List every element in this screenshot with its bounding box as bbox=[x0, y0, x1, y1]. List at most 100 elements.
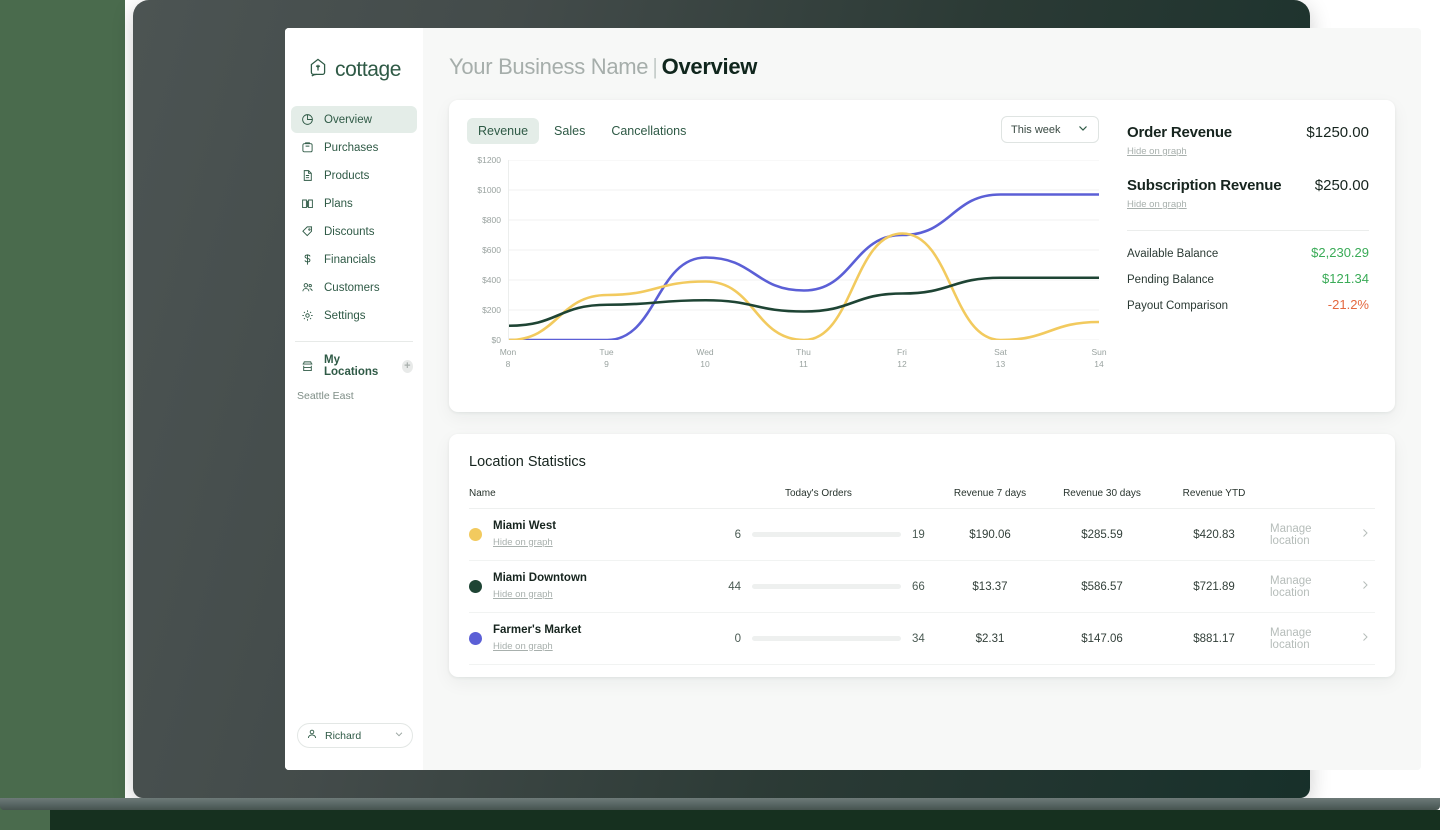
plus-circle-icon[interactable]: + bbox=[402, 360, 413, 373]
sidebar-my-locations[interactable]: My Locations + bbox=[285, 342, 423, 378]
sidebar-item-products[interactable]: Products bbox=[291, 162, 417, 189]
sidebar-item-label: Discounts bbox=[324, 226, 375, 238]
revenue-chart-card: Revenue Sales Cancellations This week bbox=[449, 100, 1395, 412]
hide-on-graph-link[interactable]: Hide on graph bbox=[493, 641, 553, 652]
manage-location-label: Manage location bbox=[1270, 523, 1352, 547]
date-range-value: This week bbox=[1011, 124, 1061, 136]
subscription-revenue-hide-link[interactable]: Hide on graph bbox=[1127, 199, 1187, 210]
column-header-actions bbox=[1270, 488, 1375, 509]
subscription-revenue-label: Subscription Revenue bbox=[1127, 177, 1281, 194]
revenue-summary-panel: Order Revenue $1250.00 Hide on graph Sub… bbox=[1113, 100, 1395, 412]
table-row[interactable]: Miami WestHide on graph619$190.06$285.59… bbox=[469, 509, 1375, 561]
y-axis-tick: $800 bbox=[482, 215, 501, 225]
x-axis-tick: Tue9 bbox=[599, 346, 613, 370]
series-color-dot bbox=[469, 632, 482, 645]
payout-comparison-row: Payout Comparison -21.2% bbox=[1127, 297, 1369, 312]
chart-series-line bbox=[509, 195, 1099, 341]
manage-location-label: Manage location bbox=[1270, 575, 1352, 599]
tab-cancellations[interactable]: Cancellations bbox=[600, 118, 697, 144]
sidebar-item-customers[interactable]: Customers bbox=[291, 274, 417, 301]
payout-comparison-label: Payout Comparison bbox=[1127, 300, 1228, 312]
tab-sales[interactable]: Sales bbox=[543, 118, 596, 144]
series-color-dot bbox=[469, 580, 482, 593]
chart-series-line bbox=[509, 278, 1099, 326]
table-row[interactable]: Farmer's MarketHide on graph034$2.31$147… bbox=[469, 613, 1375, 665]
sidebar-item-label: Products bbox=[324, 170, 369, 182]
user-menu-button[interactable]: Richard bbox=[297, 723, 413, 748]
x-axis-tick: Sun14 bbox=[1091, 346, 1106, 370]
location-statistics-card: Location Statistics Name Today's Orders … bbox=[449, 434, 1395, 677]
tab-revenue[interactable]: Revenue bbox=[467, 118, 539, 144]
order-revenue-hide-link[interactable]: Hide on graph bbox=[1127, 146, 1187, 157]
cell-revenue-7-days: $13.37 bbox=[934, 561, 1046, 613]
sidebar-nav: Overview Purchases bbox=[285, 106, 423, 330]
spacer bbox=[1127, 159, 1369, 177]
sidebar-location-item[interactable]: Seattle East bbox=[285, 378, 423, 402]
manage-location-label: Manage location bbox=[1270, 627, 1352, 651]
hide-on-graph-link[interactable]: Hide on graph bbox=[493, 537, 553, 548]
cell-todays-orders: 4466 bbox=[719, 561, 934, 613]
x-axis-tick: Thu11 bbox=[796, 346, 811, 370]
chart-plot-area bbox=[508, 160, 1099, 340]
chevron-right-icon bbox=[1359, 631, 1371, 646]
background-left-panel bbox=[0, 0, 125, 830]
page-title: Your Business Name|Overview bbox=[449, 54, 1395, 80]
order-revenue-value: $1250.00 bbox=[1306, 124, 1369, 141]
cell-revenue-ytd: $420.83 bbox=[1158, 509, 1270, 561]
cell-revenue-7-days: $2.31 bbox=[934, 613, 1046, 665]
chart-y-axis: $0$200$400$600$800$1000$1200 bbox=[467, 160, 501, 340]
table-body: Miami WestHide on graph619$190.06$285.59… bbox=[469, 509, 1375, 665]
sidebar-item-overview[interactable]: Overview bbox=[291, 106, 417, 133]
sidebar-item-label: Customers bbox=[324, 282, 380, 294]
bag-icon bbox=[301, 141, 314, 154]
column-header-name: Name bbox=[469, 488, 719, 509]
pending-balance-value: $121.34 bbox=[1322, 271, 1369, 286]
cell-name: Miami WestHide on graph bbox=[469, 509, 719, 561]
table-row[interactable]: Miami DowntownHide on graph4466$13.37$58… bbox=[469, 561, 1375, 613]
orders-progress-track bbox=[752, 584, 901, 589]
available-balance-value: $2,230.29 bbox=[1311, 245, 1369, 260]
cell-todays-orders: 034 bbox=[719, 613, 934, 665]
x-axis-tick: Sat13 bbox=[994, 346, 1007, 370]
sidebar-item-plans[interactable]: Plans bbox=[291, 190, 417, 217]
available-balance-label: Available Balance bbox=[1127, 248, 1218, 260]
date-range-select[interactable]: This week bbox=[1001, 116, 1099, 143]
brand-logo[interactable]: cottage bbox=[285, 28, 423, 90]
sidebar-item-purchases[interactable]: Purchases bbox=[291, 134, 417, 161]
sidebar-item-financials[interactable]: Financials bbox=[291, 246, 417, 273]
document-icon bbox=[301, 169, 314, 182]
table-header-row: Name Today's Orders Revenue 7 days Reven… bbox=[469, 488, 1375, 509]
cell-revenue-30-days: $586.57 bbox=[1046, 561, 1158, 613]
y-axis-tick: $1200 bbox=[477, 155, 501, 165]
sidebar: cottage Overview bbox=[285, 28, 423, 770]
y-axis-tick: $400 bbox=[482, 275, 501, 285]
chevron-down-icon bbox=[394, 729, 404, 742]
sidebar-item-label: Financials bbox=[324, 254, 376, 266]
table-head: Name Today's Orders Revenue 7 days Reven… bbox=[469, 488, 1375, 509]
background-bottom-left bbox=[0, 810, 50, 830]
brand-name: cottage bbox=[335, 58, 401, 82]
sidebar-item-discounts[interactable]: Discounts bbox=[291, 218, 417, 245]
book-icon bbox=[301, 197, 314, 210]
orders-start-value: 44 bbox=[719, 581, 741, 593]
x-axis-tick: Wed10 bbox=[696, 346, 713, 370]
chevron-right-icon bbox=[1359, 579, 1371, 594]
table-title: Location Statistics bbox=[469, 454, 1375, 470]
person-icon bbox=[306, 728, 318, 743]
chart-panel: Revenue Sales Cancellations This week bbox=[449, 100, 1113, 412]
manage-location-button[interactable]: Manage location bbox=[1270, 523, 1375, 547]
laptop-screen: cottage Overview bbox=[285, 28, 1421, 770]
sidebar-item-settings[interactable]: Settings bbox=[291, 302, 417, 329]
subscription-revenue-value: $250.00 bbox=[1315, 177, 1369, 194]
laptop-frame: cottage Overview bbox=[133, 0, 1310, 798]
store-icon bbox=[301, 360, 314, 373]
manage-location-button[interactable]: Manage location bbox=[1270, 627, 1375, 651]
title-separator: | bbox=[652, 54, 657, 79]
hide-on-graph-link[interactable]: Hide on graph bbox=[493, 589, 553, 600]
user-name: Richard bbox=[325, 730, 361, 742]
y-axis-tick: $600 bbox=[482, 245, 501, 255]
cell-manage: Manage location bbox=[1270, 613, 1375, 665]
chart-x-axis: Mon8Tue9Wed10Thu11Fri12Sat13Sun14 bbox=[508, 346, 1099, 376]
cell-manage: Manage location bbox=[1270, 561, 1375, 613]
manage-location-button[interactable]: Manage location bbox=[1270, 575, 1375, 599]
